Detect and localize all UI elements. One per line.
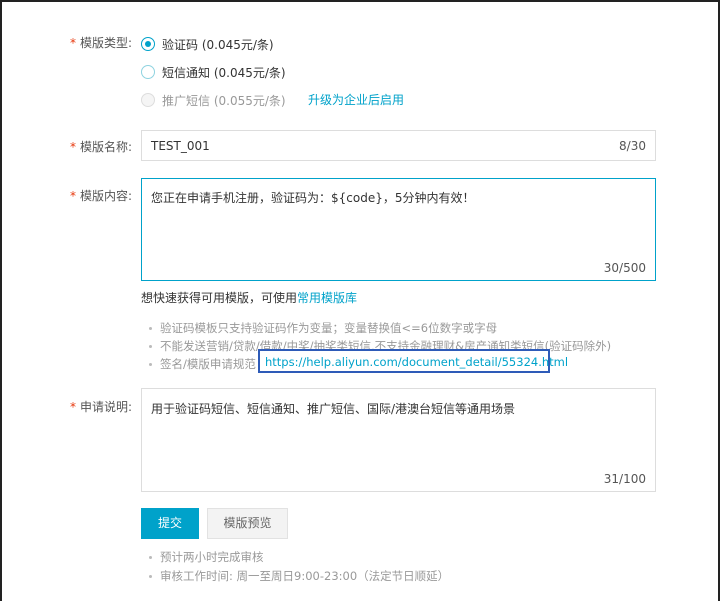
template-name-input[interactable]: TEST_001 8/30 bbox=[141, 130, 656, 161]
required-mark: * bbox=[69, 400, 76, 414]
quick-template-hint: 想快速获得可用模版，可使用常用模版库 bbox=[141, 289, 357, 306]
application-desc-value: 用于验证码短信、短信通知、推广短信、国际/港澳台短信等通用场景 bbox=[151, 402, 516, 416]
option-promo-sms: 推广短信 (0.055元/条) bbox=[162, 94, 286, 108]
required-mark: * bbox=[69, 140, 76, 154]
required-mark: * bbox=[69, 36, 76, 50]
bullet-icon bbox=[149, 556, 152, 559]
template-preview-button[interactable]: 模版预览 bbox=[207, 508, 288, 539]
template-name-counter: 8/30 bbox=[619, 139, 646, 153]
rule-text: 验证码模板只支持验证码作为变量；变量替换值<=6位数字或字母 bbox=[160, 321, 498, 335]
rule-text: 签名/模版申请规范 bbox=[160, 357, 256, 371]
footer-note: 预计两小时完成审核 bbox=[149, 549, 264, 565]
footer-note: 审核工作时间: 周一至周日9:00-23:00（法定节日顺延） bbox=[149, 568, 449, 584]
option-sms-notice[interactable]: 短信通知 (0.045元/条) bbox=[162, 64, 286, 81]
application-desc-label: * 申请说明: bbox=[2, 398, 132, 415]
rule-item: 签名/模版申请规范 bbox=[149, 356, 256, 372]
application-desc-counter: 31/100 bbox=[603, 472, 646, 486]
help-url-highlight-box: https://help.aliyun.com/document_detail/… bbox=[258, 349, 568, 373]
template-content-counter: 30/500 bbox=[603, 261, 646, 275]
bullet-icon bbox=[149, 327, 152, 330]
application-desc-label-text: 申请说明: bbox=[79, 400, 132, 414]
application-desc-textarea[interactable]: 用于验证码短信、短信通知、推广短信、国际/港澳台短信等通用场景 31/100 bbox=[141, 388, 656, 492]
template-name-label: * 模版名称: bbox=[2, 138, 132, 155]
help-doc-link[interactable]: https://help.aliyun.com/document_detail/… bbox=[265, 355, 568, 369]
submit-button[interactable]: 提交 bbox=[141, 508, 199, 539]
option-verification-code[interactable]: 验证码 (0.045元/条) bbox=[162, 36, 274, 53]
radio-promo-sms bbox=[141, 93, 155, 107]
quick-hint-text: 想快速获得可用模版，可使用 bbox=[141, 291, 298, 305]
upgrade-enterprise-link[interactable]: 升级为企业后启用 bbox=[308, 91, 404, 108]
template-content-textarea[interactable]: 您正在申请手机注册，验证码为：${code}，5分钟内有效！ 30/500 bbox=[141, 178, 656, 281]
footer-note-text: 审核工作时间: 周一至周日9:00-23:00（法定节日顺延） bbox=[160, 569, 450, 583]
template-type-label: * 模版类型: bbox=[2, 34, 132, 51]
template-content-label: * 模版内容: bbox=[2, 187, 132, 204]
footer-note-text: 预计两小时完成审核 bbox=[160, 550, 264, 564]
bullet-icon bbox=[149, 345, 152, 348]
radio-sms-notice[interactable] bbox=[141, 65, 155, 79]
common-template-library-link[interactable]: 常用模版库 bbox=[297, 291, 357, 305]
rule-item: 验证码模板只支持验证码作为变量；变量替换值<=6位数字或字母 bbox=[149, 320, 497, 336]
template-name-value: TEST_001 bbox=[151, 139, 210, 153]
template-content-value: 您正在申请手机注册，验证码为：${code}，5分钟内有效！ bbox=[151, 191, 475, 205]
required-mark: * bbox=[69, 189, 76, 203]
bullet-icon bbox=[149, 575, 152, 578]
template-type-label-text: 模版类型: bbox=[79, 36, 132, 50]
bullet-icon bbox=[149, 363, 152, 366]
template-name-label-text: 模版名称: bbox=[79, 140, 132, 154]
template-content-label-text: 模版内容: bbox=[79, 189, 132, 203]
radio-verification-code[interactable] bbox=[141, 37, 155, 51]
